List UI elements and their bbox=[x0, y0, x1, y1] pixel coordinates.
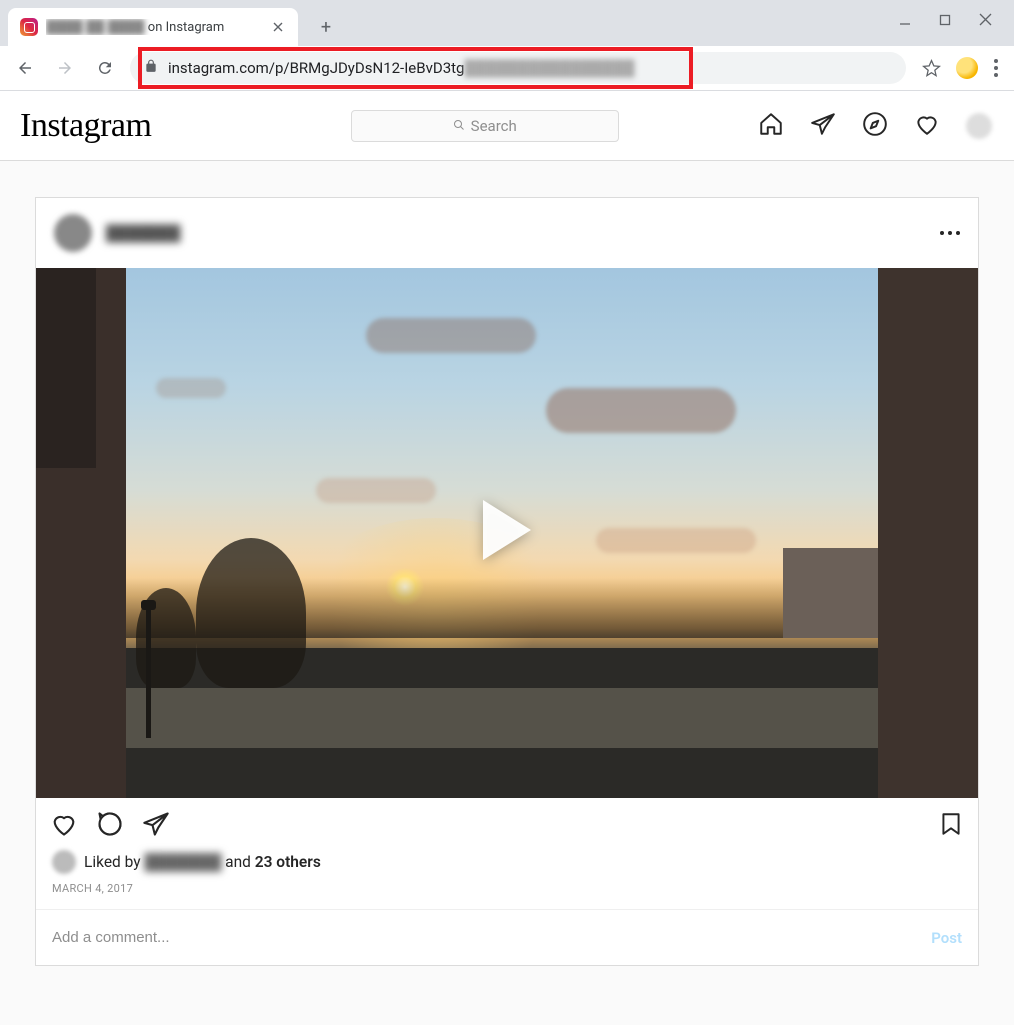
forward-button[interactable] bbox=[50, 53, 80, 83]
post-video[interactable] bbox=[36, 268, 978, 798]
play-icon[interactable] bbox=[483, 500, 531, 560]
comment-icon[interactable] bbox=[96, 810, 124, 842]
instagram-header: Instagram Search bbox=[0, 91, 1014, 161]
liker-avatar bbox=[52, 850, 76, 874]
tab-title-suffix: on Instagram bbox=[145, 20, 225, 35]
instagram-logo[interactable]: Instagram bbox=[20, 107, 151, 145]
page-viewport[interactable]: Instagram Search ███████ bbox=[0, 91, 1014, 1025]
activity-heart-icon[interactable] bbox=[914, 111, 940, 141]
tab-title-blurred: ████ ██ ████ bbox=[46, 20, 145, 35]
search-placeholder: Search bbox=[471, 117, 517, 135]
back-button[interactable] bbox=[10, 53, 40, 83]
like-heart-icon[interactable] bbox=[50, 810, 78, 842]
browser-tab[interactable]: ████ ██ ████ on Instagram bbox=[8, 8, 298, 46]
browser-toolbar: instagram.com/p/BRMgJDyDsN12-IeBvD3tg███… bbox=[0, 46, 1014, 91]
likes-middle: and bbox=[221, 853, 254, 871]
browser-menu-button[interactable] bbox=[988, 59, 1004, 77]
address-bar[interactable]: instagram.com/p/BRMgJDyDsN12-IeBvD3tg███… bbox=[130, 52, 906, 84]
share-icon[interactable] bbox=[142, 810, 170, 842]
post-date: MARCH 4, 2017 bbox=[36, 882, 978, 909]
post-author-avatar bbox=[54, 214, 92, 252]
tab-strip: ████ ██ ████ on Instagram + bbox=[0, 0, 1014, 46]
url-text: instagram.com/p/BRMgJDyDsN12-IeBvD3tg███… bbox=[168, 59, 635, 77]
post-card: ███████ bbox=[35, 197, 979, 966]
tab-close-button[interactable] bbox=[270, 19, 286, 35]
reload-button[interactable] bbox=[90, 53, 120, 83]
post-likes-row[interactable]: Liked by ███████ and 23 others bbox=[36, 850, 978, 882]
window-controls bbox=[899, 0, 1014, 40]
extension-icon[interactable] bbox=[956, 57, 978, 79]
likes-count: 23 others bbox=[255, 853, 321, 871]
lock-icon bbox=[144, 59, 158, 77]
post-comment-button[interactable]: Post bbox=[931, 929, 962, 947]
post-header: ███████ bbox=[36, 198, 978, 268]
url-visible: instagram.com/p/BRMgJDyDsN12-IeBvD3tg bbox=[168, 59, 464, 77]
url-blurred: ████████████████ bbox=[464, 59, 634, 77]
post-action-bar bbox=[36, 798, 978, 850]
post-author[interactable]: ███████ bbox=[54, 214, 180, 252]
maximize-button[interactable] bbox=[939, 11, 951, 30]
search-input[interactable]: Search bbox=[351, 110, 619, 142]
search-icon bbox=[453, 117, 465, 135]
liker-name-blurred: ███████ bbox=[144, 853, 221, 871]
instagram-nav bbox=[758, 111, 992, 141]
minimize-button[interactable] bbox=[899, 11, 911, 30]
close-window-button[interactable] bbox=[979, 11, 992, 30]
comment-row: Post bbox=[36, 909, 978, 965]
home-icon[interactable] bbox=[758, 111, 784, 141]
likes-text: Liked by ███████ and 23 others bbox=[84, 853, 321, 872]
new-tab-button[interactable]: + bbox=[312, 13, 340, 41]
post-author-username: ███████ bbox=[106, 224, 180, 242]
profile-avatar-button[interactable] bbox=[966, 113, 992, 139]
instagram-favicon bbox=[20, 18, 38, 36]
address-bar-wrap: instagram.com/p/BRMgJDyDsN12-IeBvD3tg███… bbox=[130, 52, 906, 84]
tab-title: ████ ██ ████ on Instagram bbox=[46, 19, 262, 35]
save-bookmark-icon[interactable] bbox=[938, 811, 964, 841]
comment-input[interactable] bbox=[52, 929, 931, 946]
post-more-options-button[interactable] bbox=[940, 231, 960, 235]
browser-chrome: ████ ██ ████ on Instagram + instagram.co… bbox=[0, 0, 1014, 91]
explore-icon[interactable] bbox=[862, 111, 888, 141]
bookmark-star-button[interactable] bbox=[916, 53, 946, 83]
likes-prefix: Liked by bbox=[84, 853, 144, 871]
direct-message-icon[interactable] bbox=[810, 111, 836, 141]
